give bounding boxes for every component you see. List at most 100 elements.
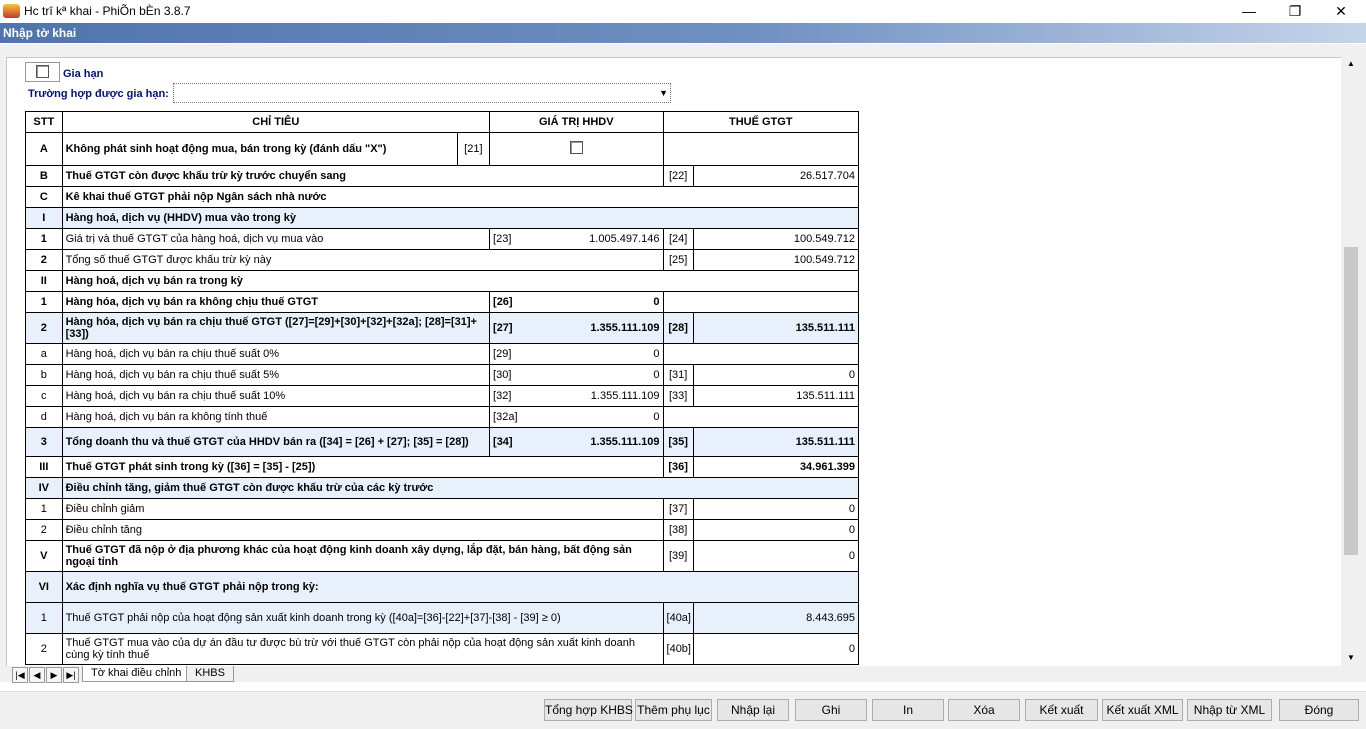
print-button[interactable]: In <box>872 699 944 721</box>
row-value-1[interactable]: [32] 1.355.111.109 <box>489 385 664 407</box>
row-value-2[interactable]: 0 <box>692 519 860 541</box>
row-value-2[interactable]: 100.549.712 <box>692 228 860 250</box>
table-row: c Hàng hoá, dịch vụ bán ra chịu thuế suấ… <box>25 385 860 407</box>
row-value-2[interactable]: 135.511.111 <box>692 385 860 407</box>
row-value-2[interactable]: 26.517.704 <box>692 165 860 187</box>
row-stt: 3 <box>25 427 63 457</box>
table-row: 2 Tổng số thuế GTGT được khấu trừ kỳ này… <box>25 249 860 271</box>
row-label: Điều chỉnh giảm <box>61 498 664 520</box>
minimize-button[interactable]: — <box>1226 0 1272 23</box>
save-button[interactable]: Ghi <box>795 699 867 721</box>
row-code-2: [40b] <box>662 633 694 665</box>
table-row: 1 Hàng hóa, dịch vụ bán ra không chịu th… <box>25 291 860 313</box>
row-stt: b <box>25 364 63 386</box>
row-stt: C <box>25 186 63 208</box>
table-row: 1 Điều chỉnh giảm [37] 0 <box>25 498 860 520</box>
row-label: Hàng hoá, dịch vụ bán ra không tính thuế <box>61 406 491 428</box>
close-form-button[interactable]: Đóng <box>1279 699 1359 721</box>
row-value-2 <box>662 132 860 166</box>
scroll-down-icon[interactable]: ▼ <box>1342 651 1360 665</box>
row-value-1[interactable]: [27] 1.355.111.109 <box>489 312 664 344</box>
row-code-1: [23] <box>493 233 512 245</box>
row-stt: a <box>25 343 63 365</box>
table-row: 2 Điều chỉnh tăng [38] 0 <box>25 519 860 541</box>
header-criteria: CHỈ TIÊU <box>61 111 491 133</box>
row-code-2: [24] <box>662 228 694 250</box>
row-value-1[interactable]: [29] 0 <box>489 343 664 365</box>
row-label: Thuế GTGT mua vào của dự án đầu tư được … <box>61 633 664 665</box>
row-label: Hàng hóa, dịch vụ bán ra chịu thuế GTGT … <box>61 312 491 344</box>
row-value-2[interactable]: 0 <box>692 540 860 572</box>
extension-checkbox[interactable] <box>36 65 49 78</box>
table-row: VI Xác định nghĩa vụ thuế GTGT phải nộp … <box>25 571 860 603</box>
scroll-thumb[interactable] <box>1344 247 1358 555</box>
row-value-1-text: 1.005.497.146 <box>589 233 660 245</box>
panel-title: Nhập tờ khai <box>3 26 77 40</box>
app-logo-icon <box>3 4 20 18</box>
row-value-2[interactable]: 0 <box>692 498 860 520</box>
tab-khbs[interactable]: KHBS <box>186 666 234 682</box>
row-value-2[interactable]: 0 <box>692 364 860 386</box>
row-value-2 <box>662 343 860 365</box>
row-label: Điều chỉnh tăng, giảm thuế GTGT còn được… <box>61 477 860 499</box>
row-value-1-text: 0 <box>653 369 660 381</box>
row-value-2[interactable]: 0 <box>692 633 860 665</box>
row-value-2[interactable]: 34.961.399 <box>692 456 860 478</box>
row-value-1-text: 1.355.111.109 <box>590 436 660 448</box>
close-button[interactable]: ✕ <box>1318 0 1364 23</box>
chevron-down-icon[interactable]: ▼ <box>659 88 668 98</box>
delete-button[interactable]: Xóa <box>948 699 1020 721</box>
row-value-2[interactable]: 100.549.712 <box>692 249 860 271</box>
row-code-2: [39] <box>662 540 694 572</box>
reset-button[interactable]: Nhập lại <box>717 699 789 721</box>
table-row: b Hàng hoá, dịch vụ bán ra chịu thuế suấ… <box>25 364 860 386</box>
vertical-scrollbar[interactable]: ▲ ▼ <box>1342 57 1360 665</box>
first-sheet-icon[interactable]: |◀ <box>12 667 28 683</box>
row-value-1[interactable]: [34] 1.355.111.109 <box>489 427 664 457</box>
row-value-1[interactable]: [26] 0 <box>489 291 664 313</box>
table-header-row: STT CHỈ TIÊU GIÁ TRỊ HHDV THUẾ GTGT <box>25 111 860 133</box>
table-row: 2 Thuế GTGT mua vào của dự án đầu tư đượ… <box>25 633 860 665</box>
row-value-1[interactable]: [32a] 0 <box>489 406 664 428</box>
row-code-2: [25] <box>662 249 694 271</box>
row-code-1: [29] <box>493 348 512 360</box>
last-sheet-icon[interactable]: ▶| <box>63 667 79 683</box>
next-sheet-icon[interactable]: ▶ <box>46 667 62 683</box>
row-code-1: [34] <box>493 436 513 448</box>
header-goods-value: GIÁ TRỊ HHDV <box>489 111 664 133</box>
row-code-1: [21] <box>456 132 491 166</box>
table-row: IV Điều chỉnh tăng, giảm thuế GTGT còn đ… <box>25 477 860 499</box>
row-value-2[interactable]: 135.511.111 <box>692 312 860 344</box>
scroll-up-icon[interactable]: ▲ <box>1342 57 1360 71</box>
row-value-1-text: 1.355.111.109 <box>590 390 660 402</box>
row-stt: 1 <box>25 498 63 520</box>
row-value-2[interactable]: 8.443.695 <box>692 602 860 634</box>
row-value-1[interactable]: [23] 1.005.497.146 <box>489 228 664 250</box>
summary-khbs-button[interactable]: Tổng hợp KHBS <box>544 699 633 721</box>
export-button[interactable]: Kết xuất <box>1025 699 1098 721</box>
import-xml-button[interactable]: Nhập từ XML <box>1187 699 1272 721</box>
add-appendix-button[interactable]: Thêm phụ lục <box>635 699 712 721</box>
row-stt: 1 <box>25 291 63 313</box>
row-stt: d <box>25 406 63 428</box>
export-xml-button[interactable]: Kết xuất XML <box>1102 699 1183 721</box>
declaration-form: Gia hạn Trường hợp được gia hạn: ▼ STT C… <box>6 57 878 667</box>
table-row: II Hàng hoá, dịch vụ bán ra trong kỳ <box>25 270 860 292</box>
table-row: 3 Tổng doanh thu và thuế GTGT của HHDV b… <box>25 427 860 457</box>
row-stt: B <box>25 165 63 187</box>
row-label: Hàng hoá, dịch vụ bán ra chịu thuế suất … <box>61 343 491 365</box>
row-value-2[interactable]: 135.511.111 <box>692 427 860 457</box>
extension-case-select[interactable]: ▼ <box>173 83 671 103</box>
row-label: Thuế GTGT phải nộp của hoạt động sản xuấ… <box>61 602 664 634</box>
row-value-1[interactable]: [30] 0 <box>489 364 664 386</box>
prev-sheet-icon[interactable]: ◀ <box>29 667 45 683</box>
row-stt: IV <box>25 477 63 499</box>
row-label: Hàng hoá, dịch vụ bán ra chịu thuế suất … <box>61 364 491 386</box>
table-row: d Hàng hoá, dịch vụ bán ra không tính th… <box>25 406 860 428</box>
restore-button[interactable]: ❐ <box>1272 0 1318 23</box>
extension-checkbox-cell <box>25 62 60 82</box>
no-activity-checkbox[interactable] <box>569 141 583 154</box>
row-stt: 1 <box>25 228 63 250</box>
action-bar: Tổng hợp KHBS Thêm phụ lục Nhập lại Ghi … <box>0 691 1366 729</box>
tab-amended-declaration[interactable]: Tờ khai điều chỉnh <box>82 666 191 682</box>
